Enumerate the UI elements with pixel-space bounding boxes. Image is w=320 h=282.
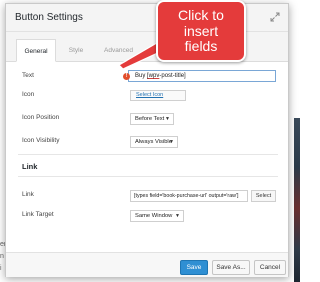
icon-visibility-label: Icon Visibility	[22, 137, 60, 144]
dialog-footer: Save Save As... Cancel	[6, 252, 288, 277]
icon-label: Icon	[22, 91, 35, 98]
background-text: i	[0, 265, 2, 272]
icon-position-label: Icon Position	[22, 114, 60, 121]
tab-general[interactable]: General	[16, 39, 56, 62]
link-target-label: Link Target	[22, 211, 54, 218]
dialog-title: Button Settings	[15, 12, 83, 23]
chevron-down-icon: ▼	[175, 213, 180, 219]
icon-visibility-value: Always Visible	[135, 139, 172, 145]
link-select-button[interactable]: Select	[251, 190, 276, 202]
save-as-button[interactable]: Save As...	[212, 260, 250, 275]
text-label: Text	[22, 72, 34, 79]
expand-icon[interactable]	[270, 12, 280, 22]
link-target-value: Same Window	[135, 213, 173, 219]
background-image-edge	[294, 118, 300, 282]
link-target-select[interactable]: Same Window ▼	[130, 210, 184, 222]
select-icon-button[interactable]: Select Icon	[130, 90, 186, 101]
click-to-insert-fields-callout: Click to insert fields	[156, 0, 246, 62]
chevron-down-icon: ▼	[169, 139, 174, 145]
icon-position-value: Before Text	[135, 116, 165, 122]
icon-visibility-select[interactable]: Always Visible ▼	[130, 136, 178, 148]
callout-text: Click to insert fields	[178, 7, 224, 54]
icon-position-select[interactable]: Before Text ▼	[130, 113, 174, 125]
cancel-button[interactable]: Cancel	[254, 260, 286, 275]
link-label: Link	[22, 191, 34, 198]
save-button[interactable]: Save	[180, 260, 208, 275]
chevron-down-icon: ▼	[165, 116, 170, 122]
background-text: n	[0, 253, 4, 260]
link-section-title: Link	[22, 162, 38, 171]
tab-style[interactable]: Style	[61, 39, 91, 62]
section-divider	[18, 176, 278, 177]
section-divider	[18, 154, 278, 155]
link-input[interactable]: [types field='book-purchase-url' output=…	[130, 190, 248, 202]
